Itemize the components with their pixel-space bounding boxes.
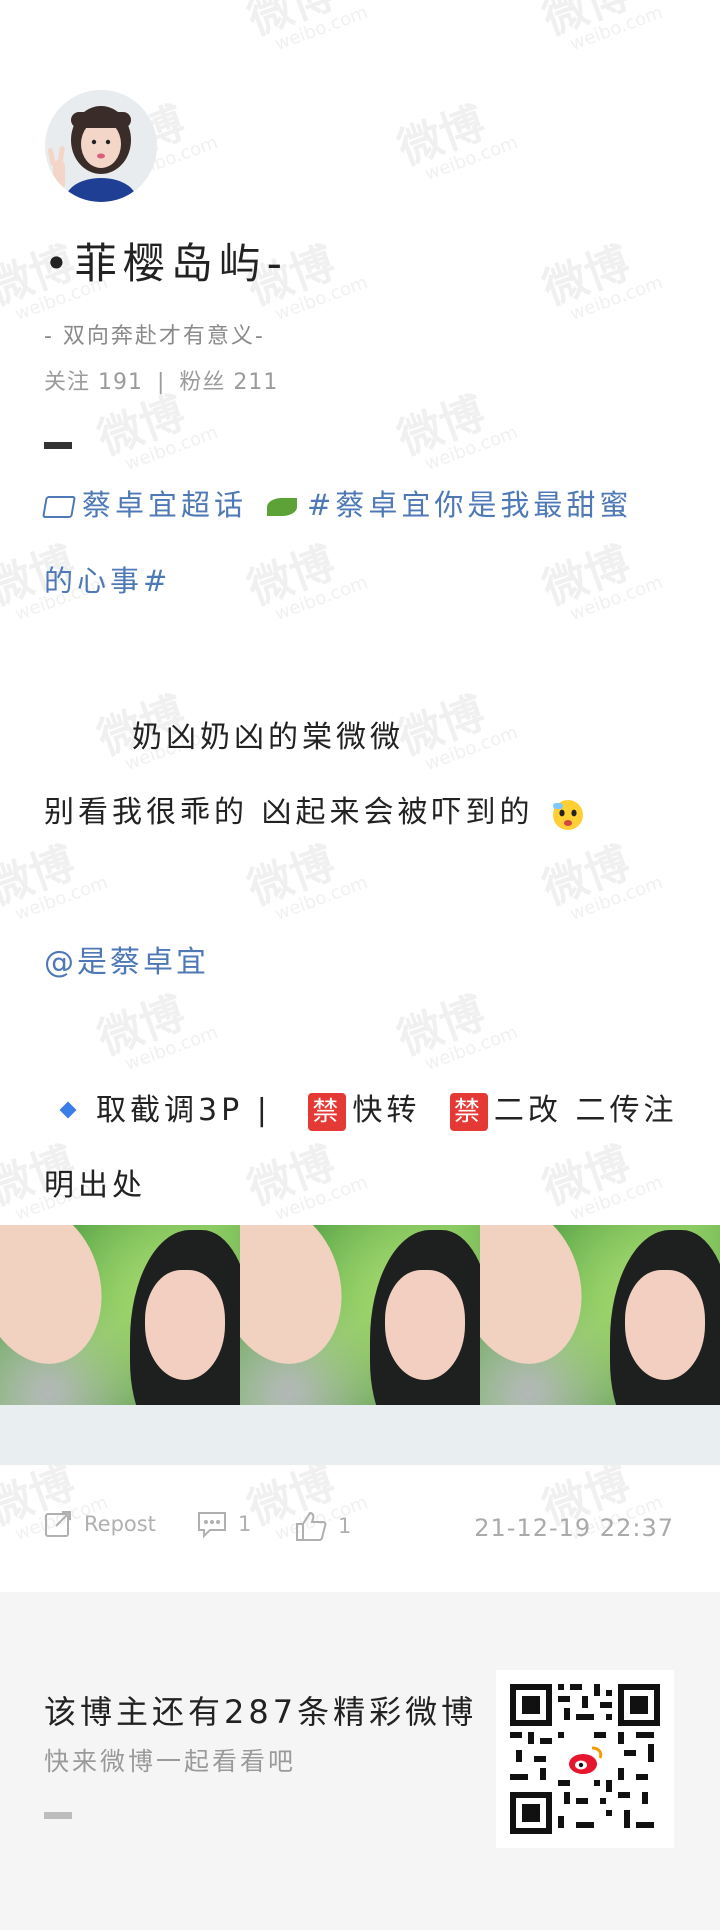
repost-label: Repost [84, 1512, 156, 1536]
action-bar: Repost 1 1 21-12-19 22:37 [44, 1510, 674, 1550]
stats-separator: | [157, 370, 166, 395]
post-text-line: 奶凶奶凶的棠微微 [132, 720, 404, 755]
weibo-watermark: 微博weibo.com [391, 387, 521, 475]
scared-emoji-icon [553, 799, 584, 830]
footer-title: 该博主还有287条精彩微博 [44, 1693, 478, 1731]
qr-code-icon [510, 1684, 660, 1834]
notice-line: 取截调3P | 禁快转 禁二改 二传注 [44, 1085, 677, 1131]
topic-line-continued: 的心事# [44, 558, 684, 600]
topic-line: 蔡卓宜超话 #蔡卓宜你是我最甜蜜 [42, 482, 684, 524]
photo-grid [0, 1225, 720, 1465]
repost-icon [45, 1511, 71, 1537]
post-photo[interactable] [480, 1225, 720, 1465]
footer-subtitle: 快来微博一起看看吧 [44, 1747, 297, 1776]
blue-diamond-icon [59, 1101, 77, 1118]
qr-code[interactable] [496, 1670, 674, 1848]
weibo-watermark: 微博weibo.com [241, 1137, 371, 1225]
notice-line-continued: 明出处 [44, 1168, 146, 1203]
footer-promo: 该博主还有287条精彩微博 快来微博一起看看吧 [0, 1592, 720, 1930]
prohibited-icon: 禁 [449, 1092, 488, 1131]
following-count[interactable]: 关注 191 [44, 370, 143, 395]
profile-name[interactable]: •菲樱岛屿- [44, 230, 288, 291]
notice-text: 快转 [352, 1093, 421, 1128]
thumbs-up-icon [296, 1511, 327, 1541]
weibo-watermark: 微博weibo.com [391, 97, 521, 185]
post-timestamp: 21-12-19 22:37 [474, 1514, 674, 1542]
post-photo[interactable] [0, 1225, 240, 1465]
diamond-icon [42, 496, 76, 518]
weibo-watermark: 微博weibo.com [391, 987, 521, 1075]
super-topic-link[interactable]: 蔡卓宜超话 [82, 488, 247, 522]
weibo-watermark: 微博weibo.com [91, 387, 221, 475]
weibo-watermark: 微博weibo.com [241, 0, 371, 55]
weibo-watermark: 微博weibo.com [0, 837, 111, 925]
mention-link[interactable]: @是蔡卓宜 [44, 937, 209, 981]
prohibited-icon: 禁 [308, 1092, 347, 1131]
avatar-image [45, 90, 157, 202]
weibo-watermark: 微博weibo.com [536, 1137, 666, 1225]
post-text: 别看我很乖的 凶起来会被吓到的 [44, 795, 534, 830]
repost-button[interactable]: Repost [44, 1510, 156, 1538]
comment-icon [198, 1512, 226, 1538]
like-count: 1 [338, 1514, 352, 1538]
section-divider [44, 442, 72, 449]
weibo-watermark: 微博weibo.com [536, 237, 666, 325]
profile-motto: - 双向奔赴才有意义- [44, 324, 265, 349]
leaf-icon [267, 498, 298, 516]
weibo-watermark: 微博weibo.com [241, 837, 371, 925]
comment-count: 1 [238, 1512, 252, 1536]
notice-text: 二改 二传注 [493, 1093, 678, 1128]
hashtag-link[interactable]: #蔡卓宜你是我最甜蜜 [307, 488, 632, 522]
profile-stats: 关注 191 | 粉丝 211 [44, 364, 278, 396]
like-button[interactable]: 1 [294, 1510, 351, 1542]
weibo-watermark: 微博weibo.com [91, 987, 221, 1075]
notice-text: 取截调3P | [96, 1093, 271, 1128]
weibo-watermark: 微博weibo.com [391, 687, 521, 775]
followers-count[interactable]: 粉丝 211 [179, 370, 278, 395]
footer-divider [44, 1812, 72, 1819]
post-photo[interactable] [240, 1225, 480, 1465]
weibo-watermark: 微博weibo.com [536, 837, 666, 925]
weibo-watermark: 微博weibo.com [536, 0, 666, 55]
avatar[interactable] [45, 90, 157, 202]
hashtag-link-continued[interactable]: 的心事# [44, 564, 171, 598]
post-text-line: 别看我很乖的 凶起来会被吓到的 [44, 787, 587, 833]
comment-button[interactable]: 1 [196, 1510, 251, 1538]
